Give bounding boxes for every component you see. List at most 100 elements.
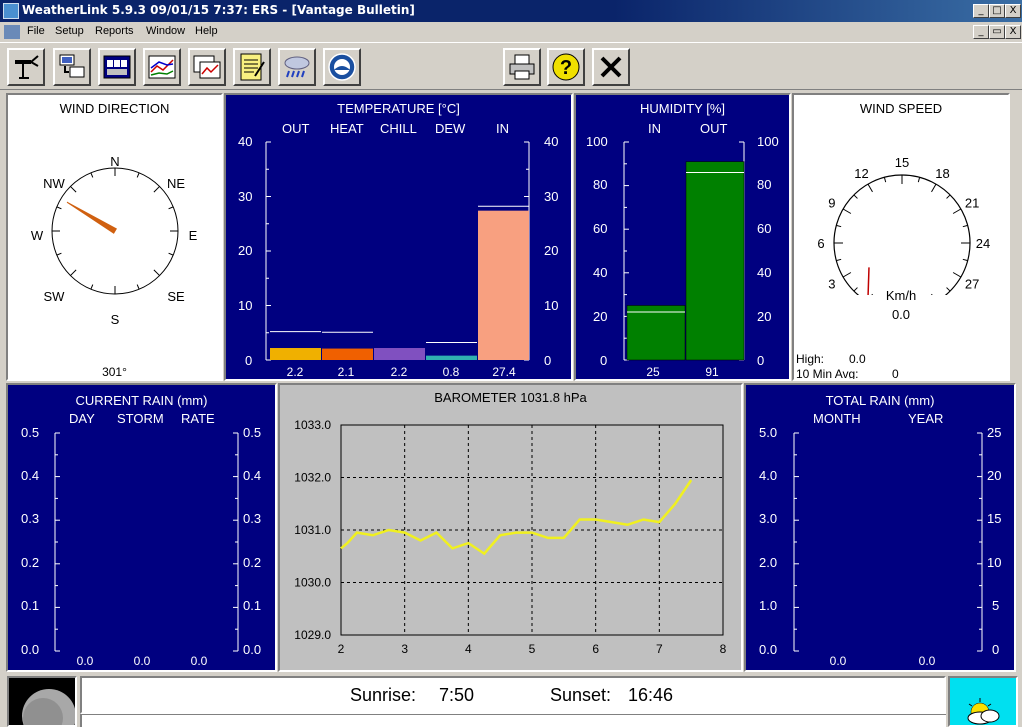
gauge-tick	[952, 272, 962, 278]
plot-icon	[193, 55, 221, 79]
wind-speed-gauge: 036912151821242730	[817, 155, 990, 295]
wind-direction-readout: 301°	[102, 365, 127, 379]
barometer-y-tick: 1031.0	[294, 523, 331, 537]
print-button[interactable]	[503, 48, 541, 86]
window-title: WeatherLink 5.9.3 09/01/15 7:37: ERS - […	[22, 3, 415, 17]
exit-icon	[600, 56, 622, 78]
wind-high-label: High:	[796, 352, 825, 366]
gauge-tick	[842, 272, 852, 278]
compass-se: SE	[167, 289, 185, 304]
barometer-panel: BAROMETER 1031.8 hPa 2 3 4 5 6 7 8 1033.0 1032.0…	[278, 383, 743, 672]
maximize-button[interactable]: □	[989, 4, 1005, 18]
gauge-tick	[952, 208, 962, 214]
download-button[interactable]	[53, 48, 91, 86]
strip-chart-button[interactable]	[143, 48, 181, 86]
barometer-y-tick: 1029.0	[294, 628, 331, 642]
menu-window[interactable]: Window	[146, 25, 185, 37]
gauge-label: 24	[976, 236, 990, 251]
gauge-tick	[853, 194, 858, 199]
humidity-bar	[685, 161, 745, 361]
compass: N NE E SE S SW W NW	[31, 154, 198, 327]
compass-sw: SW	[44, 289, 66, 304]
bulletin-button[interactable]	[98, 48, 136, 86]
wind-avg-label: 10 Min Avg:	[796, 367, 859, 381]
wind-speed-panel: WIND SPEED 036912151821242730 Km/h 0.0 H…	[792, 93, 1010, 381]
help-icon: ?	[552, 53, 580, 81]
close-button[interactable]: X	[1005, 4, 1021, 18]
child-minimize-button[interactable]: _	[973, 25, 989, 39]
humidity-panel: HUMIDITY [%] IN OUT 100 80 60 40 20 0 10…	[574, 93, 791, 381]
weather-station-button[interactable]	[7, 48, 45, 86]
sunset-time: 16:46	[628, 685, 674, 705]
svg-text:?: ?	[560, 57, 572, 79]
gauge-tick	[917, 177, 921, 183]
total-rain-panel: TOTAL RAIN (mm) MONTH YEAR 5.0 4.0 3.0 2…	[744, 383, 1016, 672]
barometer-x-tick: 3	[401, 642, 408, 656]
humidity-value-out: 91	[705, 365, 719, 379]
notes-icon	[240, 53, 265, 81]
temp-value-dew: 0.8	[442, 365, 460, 379]
menu-reports[interactable]: Reports	[95, 25, 134, 37]
app-icon[interactable]	[3, 3, 19, 19]
gauge-tick	[931, 183, 937, 193]
humidity-bar	[626, 305, 686, 361]
temp-bar	[322, 348, 373, 360]
compass-ne: NE	[167, 176, 185, 191]
sunset-label: Sunset:	[550, 685, 612, 705]
bulletin-icon	[103, 55, 131, 79]
gauge-tick	[962, 258, 968, 262]
minimize-button[interactable]: _	[973, 4, 989, 18]
toolbar: ?	[0, 42, 1022, 90]
current-rain-scale	[54, 432, 239, 652]
partly-cloudy-icon	[967, 698, 1000, 725]
barometer-x-tick: 4	[465, 642, 472, 656]
exit-button[interactable]	[592, 48, 630, 86]
noaa-button[interactable]	[323, 48, 361, 86]
wind-high-value: 0.0	[849, 352, 866, 366]
barometer-x-tick: 2	[338, 642, 345, 656]
noaa-icon	[328, 53, 356, 81]
barometer-y-tick: 1032.0	[294, 471, 331, 485]
compass-nw: NW	[43, 176, 65, 191]
child-close-button[interactable]: X	[1005, 25, 1021, 39]
gauge-tick	[836, 258, 842, 262]
rain-forecast-button[interactable]	[278, 48, 316, 86]
compass-n: N	[110, 154, 119, 169]
current-rain-panel: CURRENT RAIN (mm) DAY STORM RATE 0.5 0.4…	[6, 383, 277, 672]
gauge-tick	[842, 208, 852, 214]
barometer-y-tick: 1033.0	[294, 418, 331, 432]
plot-button[interactable]	[188, 48, 226, 86]
total-rain-value-month: 0.0	[829, 654, 847, 668]
title-bar[interactable]: WeatherLink 5.9.3 09/01/15 7:37: ERS - […	[0, 0, 1022, 22]
document-icon[interactable]	[4, 25, 20, 39]
sun-times-bar: Sunrise: 7:50 Sunset: 16:46	[80, 676, 946, 714]
temperature-bars	[265, 141, 530, 361]
temp-bar	[270, 348, 321, 360]
child-restore-button[interactable]: ▭	[989, 25, 1005, 39]
print-icon	[509, 54, 535, 80]
compass-e: E	[189, 228, 198, 243]
menu-help[interactable]: Help	[195, 25, 218, 37]
gauge-tick	[836, 224, 842, 228]
temp-bar	[426, 355, 477, 360]
notes-button[interactable]	[233, 48, 271, 86]
rain-value-storm: 0.0	[133, 654, 151, 668]
strip-chart-icon	[148, 55, 176, 79]
menu-setup[interactable]: Setup	[55, 25, 84, 37]
barometer-chart: 2 3 4 5 6 7 8 1033.0 1032.0 1031.0 1030.0 1029.0	[294, 418, 726, 656]
weatherlink-window: WeatherLink 5.9.3 09/01/15 7:37: ERS - […	[0, 0, 1022, 727]
barometer-y-tick: 1030.0	[294, 576, 331, 590]
wind-avg-value: 0	[892, 367, 899, 381]
gauge-label: 9	[828, 196, 835, 211]
moon-phase	[7, 676, 77, 727]
weather-station-icon	[15, 55, 39, 79]
moon-icon	[22, 689, 75, 725]
sunrise-label: Sunrise:	[350, 685, 417, 705]
gauge-label: 21	[965, 196, 979, 211]
gauge-arc	[833, 174, 971, 295]
temp-value-chill: 2.2	[390, 365, 408, 379]
help-button[interactable]: ?	[547, 48, 585, 86]
total-rain-value-year: 0.0	[918, 654, 936, 668]
menu-file[interactable]: File	[27, 25, 45, 37]
compass-w: W	[31, 228, 44, 243]
